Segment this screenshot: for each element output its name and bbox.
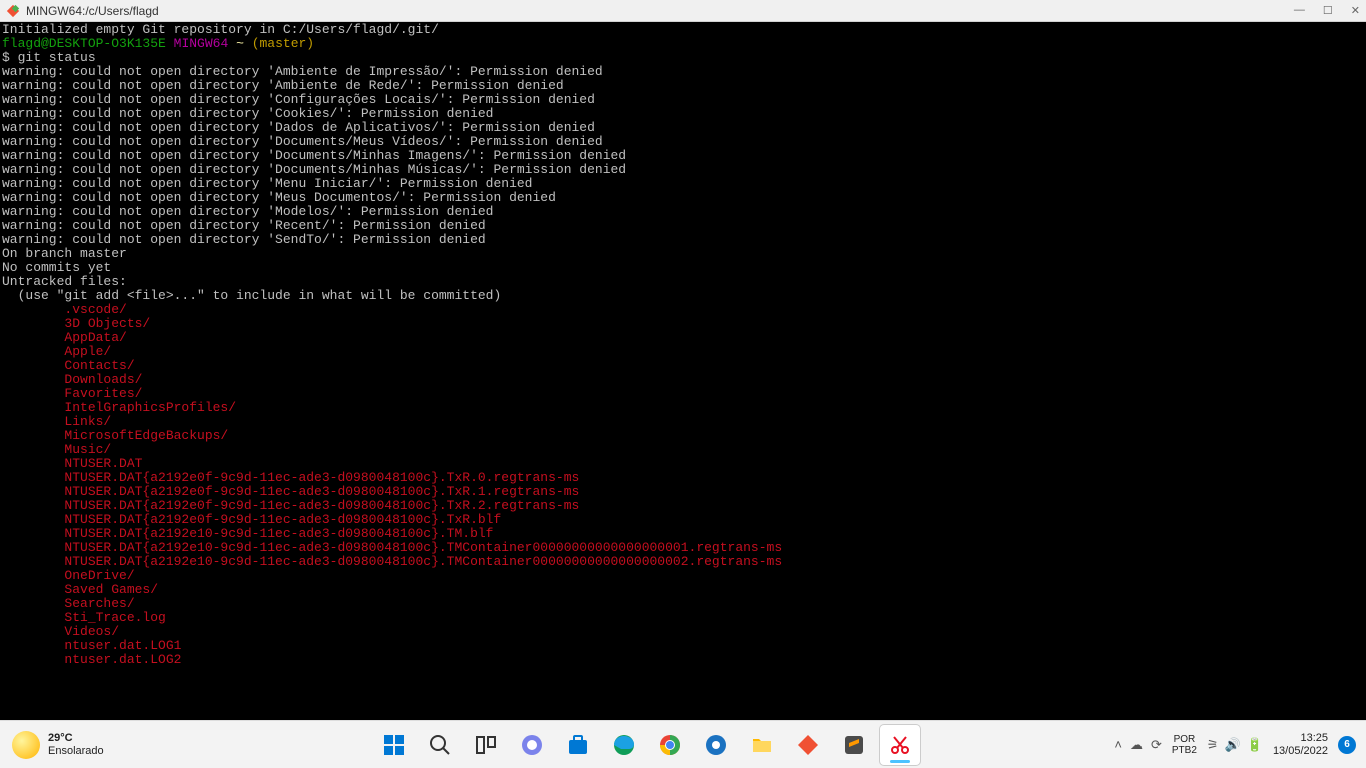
- steam-button[interactable]: [696, 725, 736, 765]
- window-title: MINGW64:/c/Users/flagd: [26, 4, 159, 18]
- notification-badge[interactable]: 6: [1338, 736, 1356, 754]
- chrome-button[interactable]: [650, 725, 690, 765]
- clock-button[interactable]: 13:25 13/05/2022: [1273, 732, 1328, 758]
- language-button[interactable]: POR PTB2: [1172, 734, 1197, 756]
- minimize-button[interactable]: —: [1294, 4, 1305, 17]
- chevron-up-icon[interactable]: ˄: [1114, 737, 1122, 752]
- explorer-button[interactable]: [742, 725, 782, 765]
- wifi-icon[interactable]: ⚞: [1207, 737, 1219, 753]
- onedrive-icon[interactable]: ☁: [1130, 737, 1143, 753]
- taskbar-tray: ˄ ☁ ⟳ POR PTB2 ⚞ 🔊 🔋 13:25 13/05/2022 6: [1114, 732, 1366, 758]
- sun-icon: [12, 731, 40, 759]
- weather-widget[interactable]: 29°C Ensolarado: [0, 731, 180, 759]
- window-titlebar: MINGW64:/c/Users/flagd — ☐ ✕: [0, 0, 1366, 22]
- volume-icon[interactable]: 🔊: [1225, 737, 1241, 753]
- terminal-output[interactable]: Initialized empty Git repository in C:/U…: [0, 22, 1366, 720]
- edge-button[interactable]: [604, 725, 644, 765]
- weather-desc: Ensolarado: [48, 745, 104, 758]
- weather-temp: 29°C: [48, 732, 104, 745]
- maximize-button[interactable]: ☐: [1323, 4, 1333, 17]
- task-view-button[interactable]: [466, 725, 506, 765]
- git-button[interactable]: [788, 725, 828, 765]
- close-button[interactable]: ✕: [1351, 4, 1360, 17]
- widgets-button[interactable]: [512, 725, 552, 765]
- sublime-button[interactable]: [834, 725, 874, 765]
- app-icon: [6, 4, 20, 18]
- snip-button[interactable]: [880, 725, 920, 765]
- battery-icon[interactable]: 🔋: [1247, 737, 1263, 753]
- taskbar-center: [180, 725, 1114, 765]
- store-button[interactable]: [558, 725, 598, 765]
- taskbar: 29°C Ensolarado: [0, 720, 1366, 768]
- sync-icon[interactable]: ⟳: [1151, 737, 1162, 753]
- start-button[interactable]: [374, 725, 414, 765]
- search-button[interactable]: [420, 725, 460, 765]
